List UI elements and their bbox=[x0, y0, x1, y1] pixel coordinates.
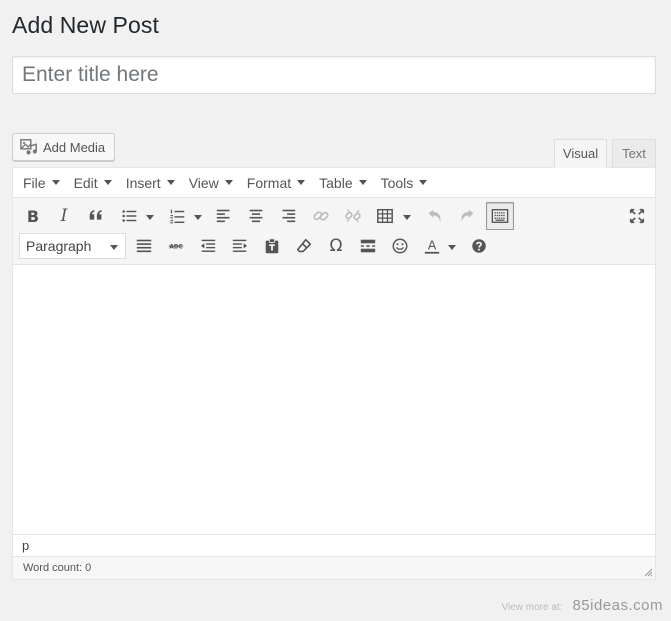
menu-edit[interactable]: Edit bbox=[67, 168, 119, 197]
menu-format[interactable]: Format bbox=[240, 168, 312, 197]
text-color-caret-icon[interactable] bbox=[448, 245, 456, 250]
menu-view[interactable]: View bbox=[182, 168, 240, 197]
undo-button[interactable] bbox=[422, 203, 448, 229]
media-icon bbox=[20, 139, 37, 155]
omega-icon: Ω bbox=[329, 236, 343, 256]
numbered-list-icon bbox=[170, 209, 185, 224]
editor-toolbar: B I Paragraph ABC Ω A bbox=[13, 198, 655, 265]
watermark-site: 85ideas.com bbox=[572, 597, 663, 614]
remove-link-button[interactable] bbox=[340, 203, 366, 229]
align-left-button[interactable] bbox=[211, 203, 237, 229]
watermark: View more at: 85ideas.com bbox=[501, 597, 663, 614]
word-count: Word count: 0 bbox=[23, 562, 92, 574]
italic-icon: I bbox=[60, 206, 68, 226]
insert-link-button[interactable] bbox=[308, 203, 334, 229]
svg-text:ABC: ABC bbox=[169, 244, 182, 250]
caret-down-icon bbox=[297, 180, 306, 185]
outdent-icon bbox=[200, 239, 216, 252]
caret-down-icon bbox=[224, 180, 233, 185]
align-left-icon bbox=[216, 209, 230, 223]
italic-button[interactable]: I bbox=[51, 203, 77, 229]
blockquote-button[interactable] bbox=[83, 203, 109, 229]
caret-down-icon bbox=[51, 180, 60, 185]
menu-table[interactable]: Table bbox=[312, 168, 373, 197]
outdent-button[interactable] bbox=[195, 233, 221, 259]
toolbar-toggle-button[interactable] bbox=[486, 202, 514, 230]
link-icon bbox=[313, 211, 329, 221]
bullet-list-caret-icon[interactable] bbox=[146, 215, 154, 220]
clear-formatting-button[interactable] bbox=[291, 233, 317, 259]
format-select-value: Paragraph bbox=[26, 238, 92, 254]
resize-handle-icon[interactable] bbox=[643, 567, 653, 577]
editor-menubar: File Edit Insert View Format Table Tools bbox=[13, 168, 655, 198]
kitchen-sink-icon bbox=[491, 209, 509, 223]
align-right-button[interactable] bbox=[275, 203, 301, 229]
caret-down-icon bbox=[110, 245, 118, 250]
menu-insert[interactable]: Insert bbox=[119, 168, 182, 197]
undo-icon bbox=[428, 209, 441, 223]
post-title-input[interactable] bbox=[12, 56, 656, 94]
special-character-button[interactable]: Ω bbox=[323, 233, 349, 259]
numbered-list-button[interactable] bbox=[165, 203, 191, 229]
strikethrough-icon: ABC bbox=[168, 244, 184, 250]
blockquote-icon bbox=[89, 210, 102, 220]
add-media-label: Add Media bbox=[43, 139, 106, 155]
keyboard-shortcuts-button[interactable] bbox=[466, 233, 492, 259]
text-color-button[interactable]: A bbox=[419, 233, 445, 259]
redo-icon bbox=[461, 209, 474, 223]
emoticons-button[interactable] bbox=[387, 233, 413, 259]
table-button[interactable] bbox=[372, 203, 398, 229]
caret-down-icon bbox=[358, 180, 367, 185]
element-path[interactable]: p bbox=[13, 534, 655, 556]
caret-down-icon bbox=[103, 180, 112, 185]
read-more-icon bbox=[360, 239, 376, 253]
smiley-icon bbox=[392, 238, 408, 254]
table-caret-icon[interactable] bbox=[403, 215, 411, 220]
text-color-icon: A bbox=[424, 238, 440, 254]
bold-icon: B bbox=[26, 206, 40, 226]
bullet-list-button[interactable] bbox=[117, 203, 143, 229]
format-select[interactable]: Paragraph bbox=[19, 233, 126, 259]
add-media-button[interactable]: Add Media bbox=[12, 133, 115, 161]
table-icon bbox=[377, 208, 393, 224]
tab-visual[interactable]: Visual bbox=[554, 139, 607, 168]
align-center-icon bbox=[249, 209, 263, 223]
distraction-free-button[interactable] bbox=[624, 203, 650, 229]
post-editor: File Edit Insert View Format Table Tools… bbox=[12, 167, 656, 580]
menu-tools[interactable]: Tools bbox=[374, 168, 435, 197]
status-bar: Word count: 0 bbox=[13, 556, 655, 579]
read-more-button[interactable] bbox=[355, 233, 381, 259]
align-justify-icon bbox=[136, 239, 152, 253]
paste-as-text-button[interactable] bbox=[259, 233, 285, 259]
clipboard-icon bbox=[265, 238, 279, 254]
fullscreen-icon bbox=[629, 208, 645, 224]
svg-text:A: A bbox=[428, 238, 437, 253]
page-title: Add New Post bbox=[12, 12, 159, 38]
align-center-button[interactable] bbox=[243, 203, 269, 229]
indent-button[interactable] bbox=[227, 233, 253, 259]
unlink-icon bbox=[345, 209, 361, 223]
justify-button[interactable] bbox=[131, 233, 157, 259]
strikethrough-button[interactable]: ABC bbox=[163, 233, 189, 259]
watermark-label: View more at: bbox=[501, 602, 563, 613]
menu-file[interactable]: File bbox=[16, 168, 67, 197]
numbered-list-caret-icon[interactable] bbox=[194, 215, 202, 220]
align-right-icon bbox=[282, 209, 296, 223]
element-path-value: p bbox=[22, 538, 30, 553]
editor-content-area[interactable] bbox=[13, 265, 655, 534]
help-icon bbox=[472, 239, 486, 253]
bullet-list-icon bbox=[122, 210, 137, 222]
bold-button[interactable]: B bbox=[20, 203, 46, 229]
redo-button[interactable] bbox=[454, 203, 480, 229]
tab-text[interactable]: Text bbox=[612, 139, 656, 168]
caret-down-icon bbox=[166, 180, 175, 185]
caret-down-icon bbox=[419, 180, 428, 185]
indent-icon bbox=[232, 239, 248, 252]
eraser-icon bbox=[296, 238, 312, 253]
